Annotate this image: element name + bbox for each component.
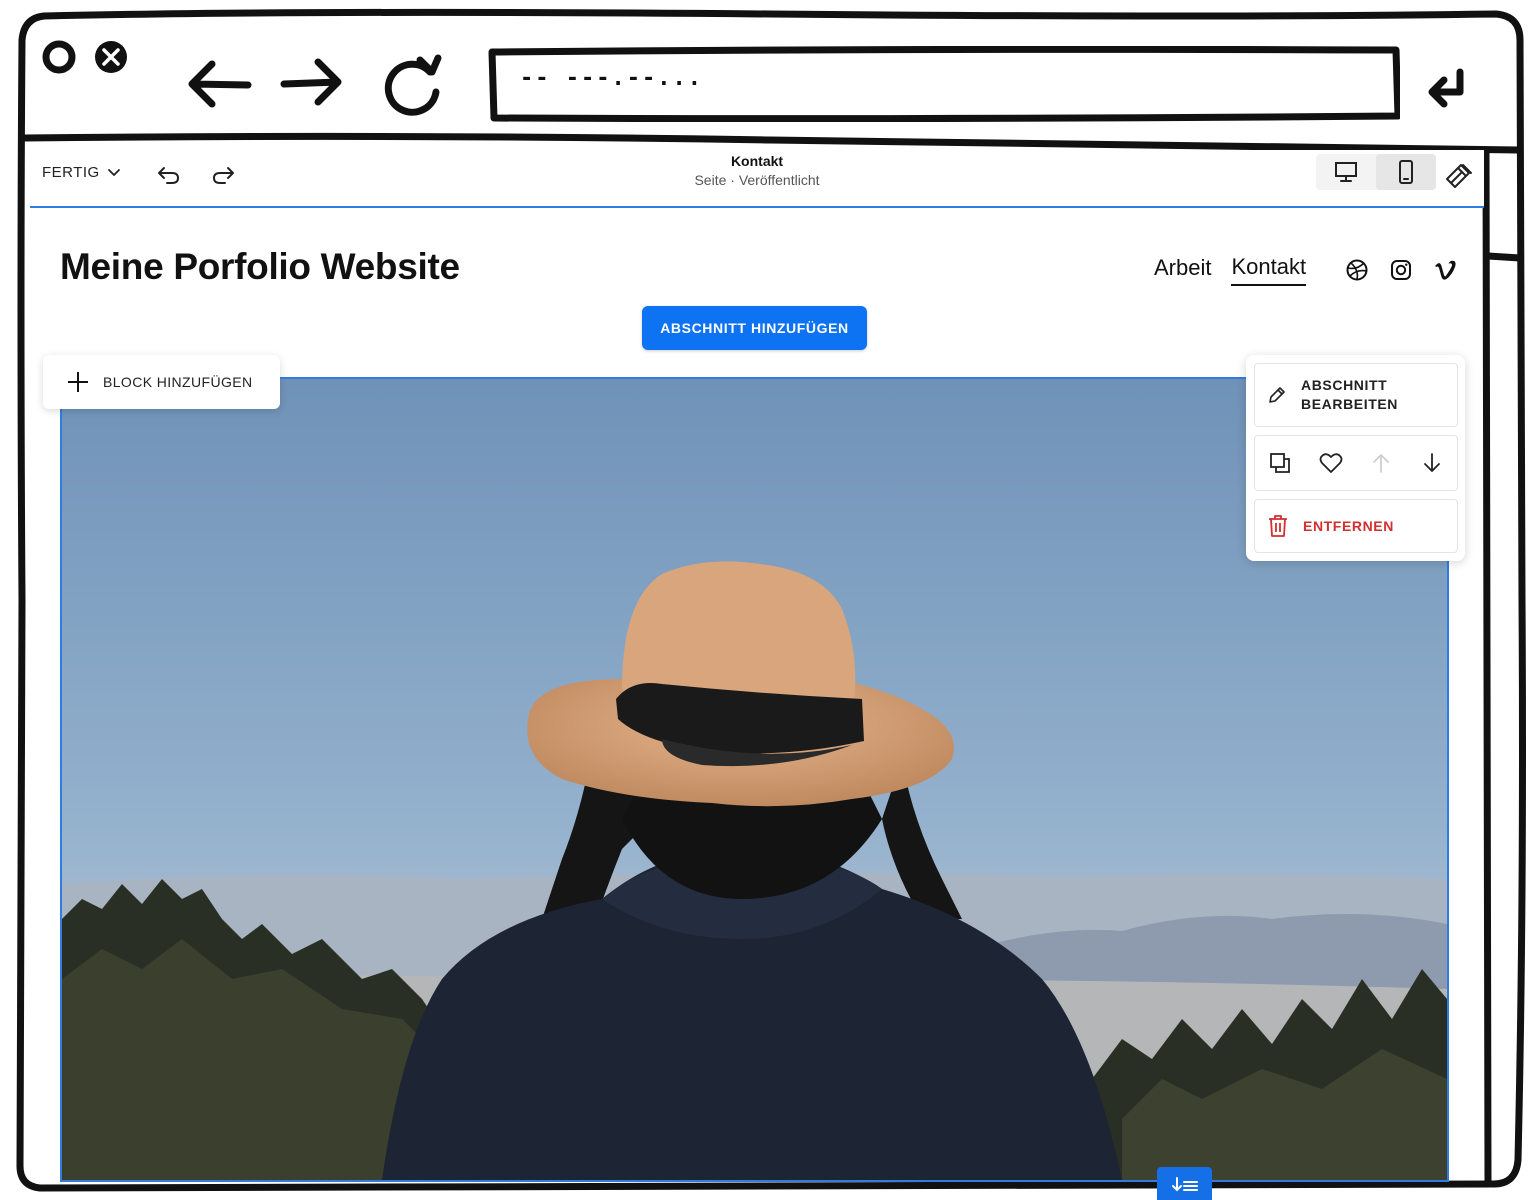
edit-section-button[interactable]: ABSCHNITT BEARBEITEN xyxy=(1254,363,1458,427)
page-name: Kontakt xyxy=(730,153,784,169)
design-brush-icon[interactable] xyxy=(1444,160,1474,190)
page-info: Kontakt Seite · Veröffentlicht xyxy=(30,152,1484,190)
move-down-icon[interactable] xyxy=(1414,445,1450,481)
section-actions xyxy=(1254,435,1458,491)
page-status: Seite · Veröffentlicht xyxy=(694,172,820,188)
record-icon[interactable] xyxy=(42,40,78,76)
duplicate-icon[interactable] xyxy=(1262,445,1298,481)
url-text: -- ---.--... xyxy=(520,66,703,91)
site-title[interactable]: Meine Porfolio Website xyxy=(60,246,460,288)
plus-icon xyxy=(68,372,88,392)
desktop-icon[interactable] xyxy=(1316,154,1376,190)
section-panel: ABSCHNITT BEARBEITEN ENTFERNEN xyxy=(1246,355,1465,561)
instagram-icon[interactable] xyxy=(1388,257,1414,283)
reload-icon[interactable] xyxy=(380,52,444,118)
remove-section-button[interactable]: ENTFERNEN xyxy=(1254,499,1458,553)
dribbble-icon[interactable] xyxy=(1344,257,1370,283)
back-arrow-icon[interactable] xyxy=(186,58,252,110)
vimeo-icon[interactable] xyxy=(1432,257,1458,283)
close-icon[interactable] xyxy=(90,37,132,77)
site-nav: Arbeit Kontakt xyxy=(1154,254,1458,286)
nav-link-arbeit[interactable]: Arbeit xyxy=(1154,255,1211,285)
enter-icon[interactable] xyxy=(1426,68,1468,108)
add-block-button[interactable]: BLOCK HINZUFÜGEN xyxy=(43,355,280,409)
section-height-handle[interactable] xyxy=(1157,1167,1212,1200)
heart-icon[interactable] xyxy=(1313,445,1349,481)
resize-icon xyxy=(1171,1176,1198,1191)
forward-arrow-icon[interactable] xyxy=(280,56,344,110)
trash-icon xyxy=(1269,515,1287,537)
hero-image[interactable] xyxy=(60,377,1449,1182)
nav-link-kontakt[interactable]: Kontakt xyxy=(1231,254,1307,286)
device-toggle xyxy=(1316,154,1436,190)
add-section-button[interactable]: ABSCHNITT HINZUFÜGEN xyxy=(642,306,867,350)
add-block-label: BLOCK HINZUFÜGEN xyxy=(103,374,253,390)
move-up-icon[interactable] xyxy=(1363,445,1399,481)
pencil-icon xyxy=(1269,387,1285,403)
remove-section-label: ENTFERNEN xyxy=(1303,518,1394,534)
editor-toolbar: FERTIG Kontakt Seite · Veröffentlicht xyxy=(30,150,1484,208)
edit-section-label: ABSCHNITT BEARBEITEN xyxy=(1301,377,1399,412)
mobile-icon[interactable] xyxy=(1376,154,1436,190)
